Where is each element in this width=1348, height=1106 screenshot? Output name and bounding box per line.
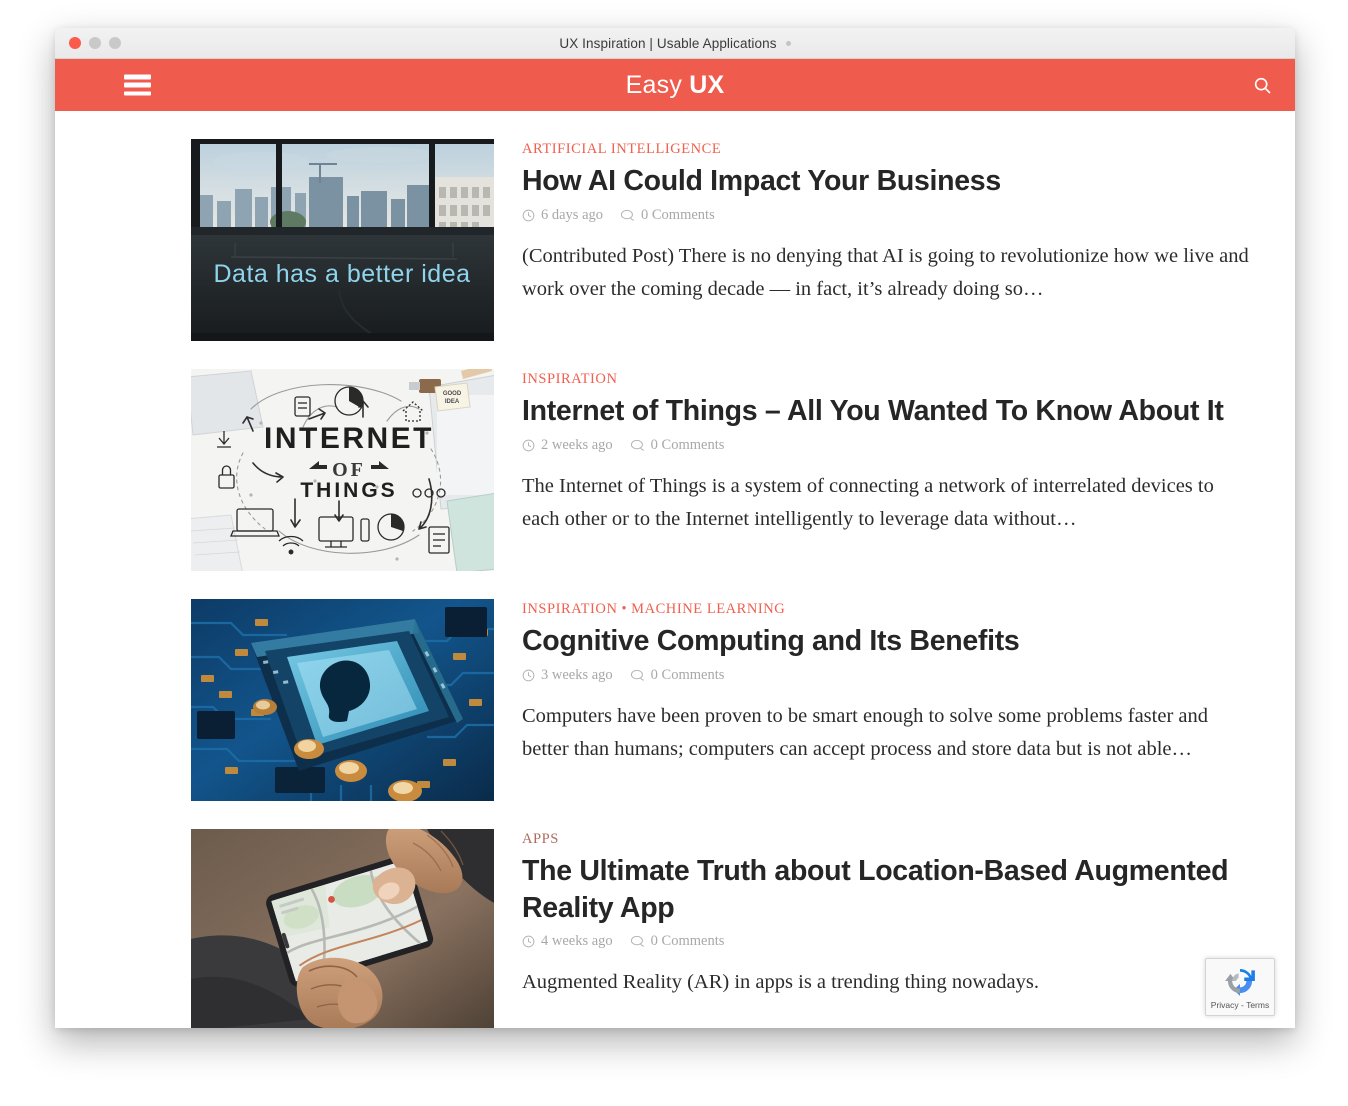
window-traffic-lights	[69, 37, 121, 49]
article-list: Data has a better idea ARTIFICIAL INTELL…	[55, 139, 1295, 1028]
hands-holding-phone-map-image	[191, 829, 494, 1028]
minimize-window-button[interactable]	[89, 37, 101, 49]
tab-favicon-icon	[785, 40, 791, 46]
svg-text:GOOD: GOOD	[443, 391, 462, 397]
article-card: APPS The Ultimate Truth about Location-B…	[55, 829, 1295, 1028]
article-excerpt: (Contributed Post) There is no denying t…	[522, 244, 1249, 300]
article-comments-text: 0 Comments	[641, 206, 715, 223]
article-date: 4 weeks ago	[522, 933, 613, 950]
close-window-button[interactable]	[69, 37, 81, 49]
svg-text:Data has a better idea: Data has a better idea	[214, 260, 471, 288]
article-thumbnail[interactable]	[191, 829, 494, 1028]
article-thumbnail[interactable]: GOOD IDEA INTERNET OF THINGS	[191, 369, 494, 571]
article-comments-text: 0 Comments	[650, 436, 725, 453]
article-meta: 4 weeks ago 0 Comments	[522, 933, 1255, 950]
article-date-text: 4 weeks ago	[541, 932, 613, 949]
clock-icon	[522, 935, 535, 948]
hamburger-bar	[124, 74, 151, 79]
comment-bubble-icon	[620, 209, 635, 221]
article-comments[interactable]: 0 Comments	[630, 932, 725, 950]
article-title[interactable]: How AI Could Impact Your Business	[522, 163, 1255, 199]
article-meta: 2 weeks ago 0 Comments	[522, 437, 1255, 454]
circuit-board-brain-chip-image	[191, 599, 494, 801]
article-categories: INSPIRATION	[522, 371, 1255, 388]
category-separator-icon: •	[621, 601, 628, 617]
recaptcha-label: Privacy - Terms	[1210, 1000, 1270, 1010]
comment-bubble-icon	[630, 935, 644, 947]
article-comments-text: 0 Comments	[650, 932, 725, 949]
comment-bubble-icon	[630, 669, 644, 681]
search-icon[interactable]	[1249, 72, 1275, 98]
article-date: 2 weeks ago	[522, 437, 613, 454]
category-link[interactable]: INSPIRATION	[522, 371, 617, 387]
article-excerpt: Augmented Reality (AR) in apps is a tren…	[522, 970, 1039, 993]
browser-tab[interactable]: UX Inspiration | Usable Applications	[55, 36, 1295, 51]
article-body: INSPIRATION Internet of Things – All You…	[494, 369, 1255, 571]
article-date-text: 3 weeks ago	[541, 666, 613, 683]
recaptcha-logo-icon	[1225, 968, 1255, 996]
article-card: Data has a better idea ARTIFICIAL INTELL…	[55, 139, 1295, 341]
article-date: 6 days ago	[522, 207, 603, 224]
city-skyline-through-window-image: Data has a better idea	[191, 139, 494, 341]
browser-titlebar: UX Inspiration | Usable Applications	[55, 28, 1295, 59]
category-link[interactable]: INSPIRATION	[522, 601, 617, 617]
article-card: INSPIRATION • MACHINE LEARNING Cognitive C…	[55, 599, 1295, 801]
logo-text-easy: Easy	[625, 70, 683, 99]
internet-of-things-doodle-image: GOOD IDEA INTERNET OF THINGS	[191, 369, 494, 571]
article-card: GOOD IDEA INTERNET OF THINGS INSPIRATION…	[55, 369, 1295, 571]
article-comments[interactable]: 0 Comments	[630, 436, 725, 454]
article-title[interactable]: The Ultimate Truth about Location-Based …	[522, 853, 1255, 925]
category-link[interactable]: ARTIFICIAL INTELLIGENCE	[522, 141, 721, 157]
category-link[interactable]: MACHINE LEARNING	[631, 601, 785, 617]
comment-bubble-icon	[630, 439, 644, 451]
article-title[interactable]: Cognitive Computing and Its Benefits	[522, 623, 1255, 659]
category-link[interactable]: APPS	[522, 831, 559, 847]
hamburger-bar	[124, 91, 151, 96]
tab-title-text: UX Inspiration | Usable Applications	[559, 35, 777, 51]
article-date: 3 weeks ago	[522, 667, 613, 684]
browser-window: UX Inspiration | Usable Applications Eas…	[55, 28, 1295, 1028]
article-date-text: 2 weeks ago	[541, 436, 613, 453]
maximize-window-button[interactable]	[109, 37, 121, 49]
article-comments[interactable]: 0 Comments	[620, 207, 715, 224]
article-thumbnail[interactable]	[191, 599, 494, 801]
page-content: Data has a better idea ARTIFICIAL INTELL…	[55, 111, 1295, 1028]
article-date-text: 6 days ago	[541, 206, 604, 223]
svg-text:OF: OF	[332, 459, 366, 481]
hamburger-bar	[124, 82, 151, 88]
article-body: APPS The Ultimate Truth about Location-B…	[494, 829, 1255, 1028]
article-body: ARTIFICIAL INTELLIGENCE How AI Could Imp…	[494, 139, 1255, 341]
logo-text-ux: UX	[689, 70, 725, 99]
clock-icon	[522, 439, 535, 451]
clock-icon	[522, 209, 535, 221]
recaptcha-badge[interactable]: Privacy - Terms	[1205, 958, 1275, 1016]
article-excerpt: The Internet of Things is a system of co…	[522, 474, 1214, 530]
article-excerpt: Computers have been proven to be smart e…	[522, 704, 1209, 760]
article-comments[interactable]: 0 Comments	[630, 666, 725, 684]
article-categories: INSPIRATION • MACHINE LEARNING	[522, 601, 1255, 618]
article-categories: APPS	[522, 831, 1255, 848]
clock-icon	[522, 669, 535, 681]
article-thumbnail[interactable]: Data has a better idea	[191, 139, 494, 341]
site-header: Easy UX	[55, 59, 1295, 111]
article-meta: 6 days ago 0 Comments	[522, 207, 1255, 224]
svg-text:IDEA: IDEA	[445, 399, 460, 405]
article-categories: ARTIFICIAL INTELLIGENCE	[522, 141, 1255, 158]
svg-text:INTERNET: INTERNET	[264, 422, 434, 455]
hamburger-menu-icon[interactable]	[124, 74, 151, 96]
article-meta: 3 weeks ago 0 Comments	[522, 667, 1255, 684]
article-comments-text: 0 Comments	[650, 666, 725, 683]
article-body: INSPIRATION • MACHINE LEARNING Cognitive C…	[494, 599, 1255, 801]
site-logo[interactable]: Easy UX	[55, 70, 1295, 99]
article-title[interactable]: Internet of Things – All You Wanted To K…	[522, 393, 1255, 429]
